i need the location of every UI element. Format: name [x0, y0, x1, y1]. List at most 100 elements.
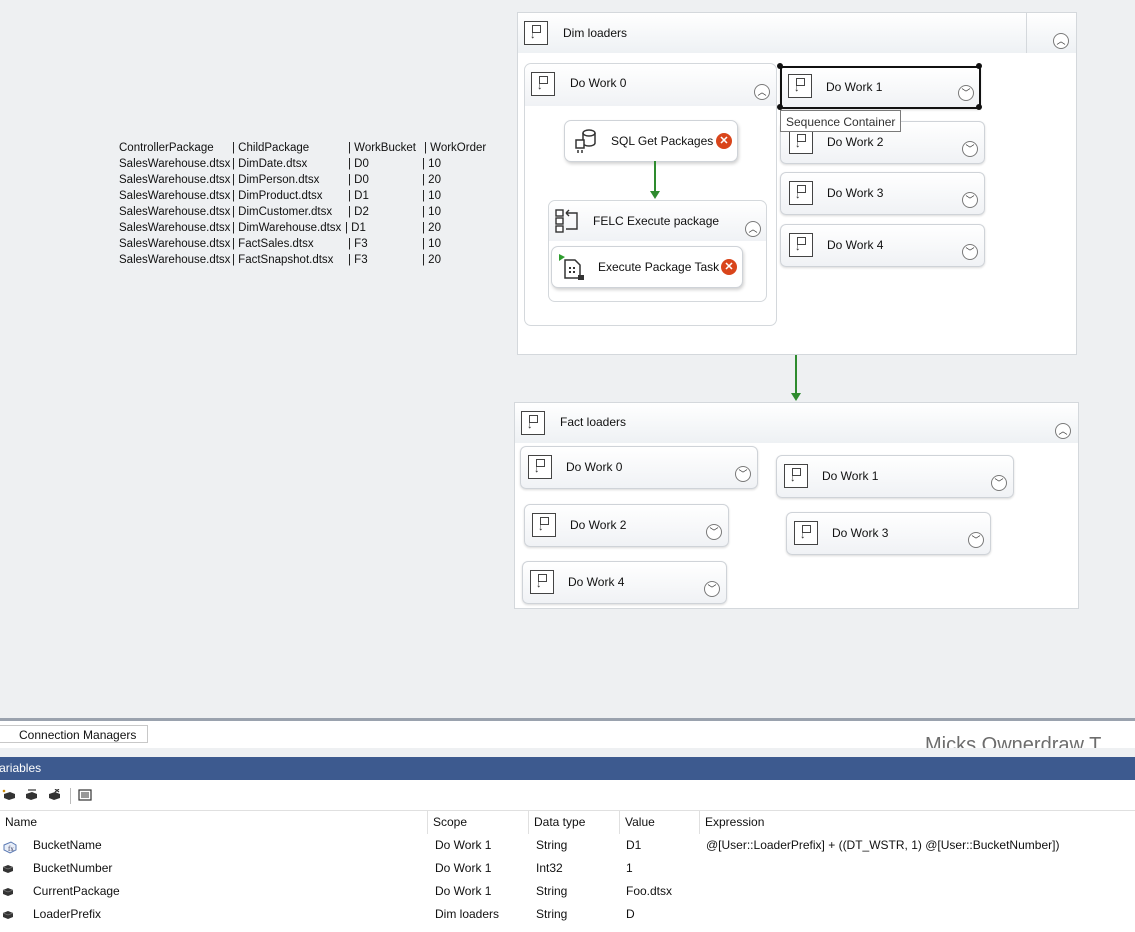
expand-chevron-icon[interactable]: ﹀ — [962, 141, 978, 157]
annotation-header: | ChildPackage — [232, 142, 310, 154]
designer-canvas[interactable]: ControllerPackage | ChildPackage | WorkB… — [0, 0, 1135, 718]
arrow-head-icon — [650, 191, 660, 199]
container-title: Do Work 2 — [570, 518, 627, 532]
annotation-row: SalesWarehouse.dtsx | DimPerson.dtsx | D0 |… — [119, 172, 441, 188]
svg-text:fx: fx — [8, 845, 14, 853]
variable-name-cell[interactable]: BucketNumber — [33, 857, 112, 880]
variable-row[interactable]: BucketNumber Do Work 1 Int32 1 — [0, 857, 1135, 880]
variable-name-cell[interactable]: LoaderPrefix — [33, 903, 101, 926]
task-title: Execute Package Task — [598, 260, 720, 274]
variable-type-cell[interactable]: Int32 — [536, 857, 563, 880]
expand-chevron-icon[interactable]: ﹀ — [962, 192, 978, 208]
task-title: SQL Get Packages — [611, 134, 714, 148]
expand-chevron-icon[interactable]: ﹀ — [962, 244, 978, 260]
expand-chevron-icon[interactable]: ﹀ — [706, 524, 722, 540]
variable-value-cell[interactable]: D — [626, 903, 635, 926]
fact-do-work-1[interactable]: Do Work 1 ﹀ — [776, 455, 1014, 498]
do-work-0-container[interactable]: Do Work 0 ︿ SQL Get Packages ✕ — [524, 63, 777, 326]
sequence-container-icon — [530, 570, 554, 594]
annotation-cell: | 20 — [422, 222, 441, 234]
error-icon: ✕ — [721, 259, 737, 275]
column-header-name[interactable]: Name — [0, 811, 428, 834]
expand-chevron-icon[interactable]: ﹀ — [991, 475, 1007, 491]
annotation-row: SalesWarehouse.dtsx | FactSnapshot.dtsx | … — [119, 252, 441, 268]
tab-connection-managers[interactable]: Connection Managers — [0, 725, 148, 743]
arrow-head-icon — [791, 393, 801, 401]
annotation-cell: | DimDate.dtsx — [232, 158, 308, 170]
annotation-row: SalesWarehouse.dtsx | FactSales.dtsx | F3 |… — [119, 236, 441, 252]
expand-chevron-icon[interactable]: ﹀ — [958, 85, 974, 101]
foreach-loop-icon — [554, 208, 580, 234]
fact-do-work-0[interactable]: Do Work 0 ﹀ — [520, 446, 758, 489]
move-variable-icon[interactable] — [24, 789, 38, 801]
container-title: Do Work 4 — [568, 575, 625, 589]
variables-grid: Name Scope Data type Value Expression fx… — [0, 811, 1135, 932]
dim-do-work-4[interactable]: Do Work 4 ﹀ — [780, 224, 985, 267]
fact-do-work-2[interactable]: Do Work 2 ﹀ — [524, 504, 729, 547]
expand-chevron-icon[interactable]: ﹀ — [968, 532, 984, 548]
collapse-chevron-icon[interactable]: ︿ — [754, 84, 770, 100]
variable-value-cell[interactable]: Foo.dtsx — [626, 880, 672, 903]
variable-scope-cell[interactable]: Dim loaders — [435, 903, 499, 926]
variable-type-cell[interactable]: String — [536, 903, 567, 926]
variable-expression-cell[interactable]: @[User::LoaderPrefix] + ((DT_WSTR, 1) @[… — [706, 834, 1059, 857]
selection-handle[interactable] — [976, 104, 982, 110]
column-header-expression[interactable]: Expression — [700, 811, 1135, 834]
variable-row[interactable]: CurrentPackage Do Work 1 String Foo.dtsx — [0, 880, 1135, 903]
dim-loaders-container[interactable]: Dim loaders ︿ Do Work 0 ︿ SQL Get Packag… — [517, 12, 1077, 355]
variables-title: Variables — [0, 761, 42, 775]
delete-variable-icon[interactable] — [47, 788, 61, 801]
precedence-constraint[interactable] — [795, 355, 797, 393]
fact-do-work-3[interactable]: Do Work 3 ﹀ — [786, 512, 991, 555]
variable-value-cell[interactable]: D1 — [626, 834, 641, 857]
dim-do-work-3[interactable]: Do Work 3 ﹀ — [780, 172, 985, 215]
watermark-text: Micks Ownerdraw T — [925, 734, 1102, 748]
selection-handle[interactable] — [777, 63, 783, 69]
column-header-data-type[interactable]: Data type — [529, 811, 620, 834]
collapse-chevron-icon[interactable]: ︿ — [745, 221, 761, 237]
variable-value-cell[interactable]: 1 — [626, 857, 633, 880]
collapse-chevron-icon[interactable]: ︿ — [1055, 423, 1071, 439]
annotation-cell: | 20 — [422, 174, 441, 186]
annotation-cell: | FactSales.dtsx — [232, 238, 314, 250]
dim-do-work-1-selected[interactable]: Do Work 1 ﹀ — [777, 63, 982, 110]
fact-loaders-header[interactable]: Fact loaders ︿ — [515, 403, 1078, 443]
variable-name-cell[interactable]: BucketName — [33, 834, 102, 857]
fact-loaders-container[interactable]: Fact loaders ︿ Do Work 0 ﹀ Do Work 1 ﹀ D… — [514, 402, 1079, 609]
column-header-value[interactable]: Value — [620, 811, 700, 834]
variable-scope-cell[interactable]: Do Work 1 — [435, 880, 491, 903]
annotation-cell: SalesWarehouse.dtsx — [119, 254, 231, 266]
expand-chevron-icon[interactable]: ﹀ — [735, 466, 751, 482]
precedence-constraint[interactable] — [654, 161, 656, 191]
annotation-header: | WorkBucket — [348, 142, 416, 154]
variable-row[interactable]: fx BucketName Do Work 1 String D1 @[User::Loa… — [0, 834, 1135, 857]
variable-scope-cell[interactable]: Do Work 1 — [435, 834, 491, 857]
do-work-0-header[interactable]: Do Work 0 ︿ — [525, 64, 776, 106]
dim-loaders-header[interactable]: Dim loaders ︿ — [518, 13, 1076, 53]
variable-name-cell[interactable]: CurrentPackage — [33, 880, 120, 903]
fact-do-work-4[interactable]: Do Work 4 ﹀ — [522, 561, 727, 604]
sequence-container-icon — [532, 513, 556, 537]
collapse-chevron-icon[interactable]: ︿ — [1053, 33, 1069, 49]
variable-icon — [2, 909, 14, 919]
felc-header[interactable]: FELC Execute package ︿ — [549, 201, 766, 241]
grid-options-icon[interactable] — [78, 789, 92, 801]
sql-get-packages-task[interactable]: SQL Get Packages ✕ — [564, 120, 738, 162]
annotation-row: SalesWarehouse.dtsx | DimProduct.dtsx | D1… — [119, 188, 441, 204]
sequence-container-icon — [528, 455, 552, 479]
annotation-cell: | F3 — [348, 254, 368, 266]
annotation-row: SalesWarehouse.dtsx | DimCustomer.dtsx | D… — [119, 204, 441, 220]
variable-type-cell[interactable]: String — [536, 834, 567, 857]
add-variable-icon[interactable] — [2, 789, 16, 801]
variable-row[interactable]: LoaderPrefix Dim loaders String D — [0, 903, 1135, 926]
execute-package-task[interactable]: Execute Package Task ✕ — [551, 246, 743, 288]
column-header-scope[interactable]: Scope — [428, 811, 529, 834]
sequence-container-icon — [789, 181, 813, 205]
selection-handle[interactable] — [976, 63, 982, 69]
annotation-text[interactable]: ControllerPackage | ChildPackage | WorkB… — [119, 140, 486, 268]
annotation-cell: SalesWarehouse.dtsx — [119, 174, 231, 186]
variable-type-cell[interactable]: String — [536, 880, 567, 903]
variable-scope-cell[interactable]: Do Work 1 — [435, 857, 491, 880]
expand-chevron-icon[interactable]: ﹀ — [704, 581, 720, 597]
felc-execute-package-container[interactable]: FELC Execute package ︿ Execute Package T… — [548, 200, 767, 302]
